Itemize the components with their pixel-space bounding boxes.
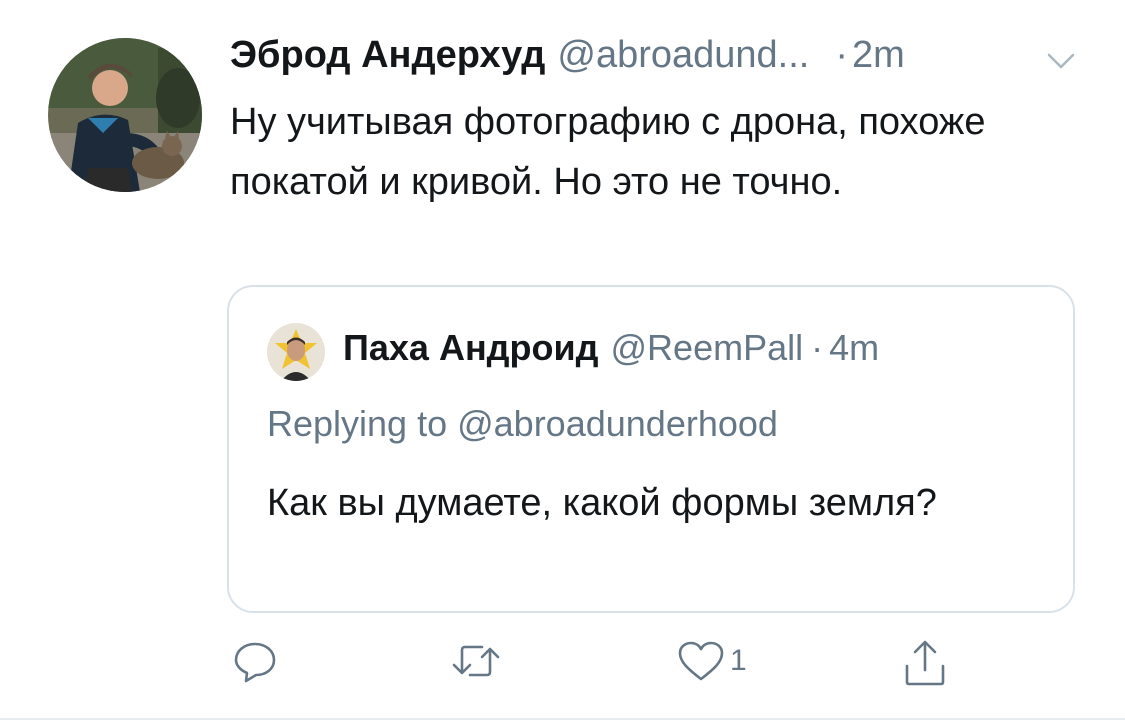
author-display-name[interactable]: Эброд Андерхуд (230, 34, 545, 77)
like-button[interactable]: 1 (676, 638, 747, 684)
quoted-author-display-name[interactable]: Паха Андроид (343, 327, 599, 369)
share-icon (902, 638, 948, 688)
tweet-header: Эброд Андерхуд @abroadund... · 2m (230, 34, 905, 90)
tweet[interactable]: Эброд Андерхуд @abroadund... · 2m Ну учи… (0, 0, 1125, 720)
quoted-tweet[interactable]: Паха Андроид @ReemPall · 4m Replying to … (227, 285, 1075, 613)
reply-button[interactable] (232, 638, 278, 684)
quoted-tweet-text: Как вы думаете, какой формы земля? (267, 482, 937, 524)
tweet-timestamp[interactable]: 2m (852, 34, 905, 77)
quoted-author-handle[interactable]: @ReemPall (611, 327, 804, 369)
share-button[interactable] (902, 638, 948, 688)
author-avatar[interactable] (48, 38, 202, 192)
retweet-button[interactable] (450, 638, 502, 684)
tweet-actions: 1 (0, 630, 1125, 700)
quoted-header-separator: · (811, 327, 824, 368)
quoted-author-avatar[interactable] (267, 323, 325, 381)
author-handle[interactable]: @abroadund... (557, 34, 809, 77)
quoted-tweet-header: Паха Андроид @ReemPall · 4m (343, 327, 879, 369)
quoted-tweet-timestamp[interactable]: 4m (829, 327, 879, 369)
replying-to-label[interactable]: Replying to @abroadunderhood (267, 403, 778, 445)
retweet-icon (450, 638, 502, 684)
like-count: 1 (730, 644, 747, 677)
header-separator: · (835, 34, 849, 76)
chevron-down-icon[interactable] (1046, 52, 1076, 70)
tweet-text: Ну учитывая фотографию с дрона, похоже п… (230, 101, 986, 203)
heart-icon (676, 638, 726, 684)
reply-icon (232, 638, 278, 684)
